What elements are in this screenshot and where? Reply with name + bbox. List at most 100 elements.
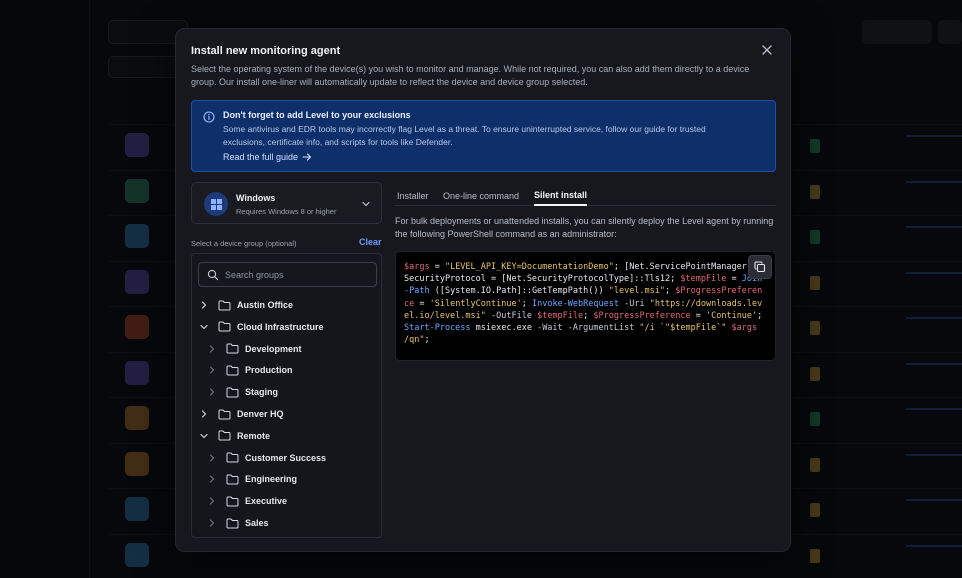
chevron-down-icon[interactable] xyxy=(199,431,209,441)
close-icon[interactable] xyxy=(760,43,774,57)
chevron-right-icon[interactable] xyxy=(207,518,217,528)
tree-item[interactable]: Engineering xyxy=(192,469,381,489)
read-guide-link[interactable]: Read the full guide xyxy=(223,152,312,162)
device-group-label: Select a device group (optional) xyxy=(191,239,297,248)
code-token: "/i `"$tempFile`" xyxy=(639,323,732,334)
code-token: $tempFile xyxy=(537,310,584,321)
folder-icon xyxy=(226,518,239,528)
tree-item[interactable]: Production xyxy=(192,360,381,380)
tree-item-label: Development xyxy=(245,343,302,354)
folder-icon xyxy=(218,300,231,310)
code-token: ; xyxy=(583,310,594,321)
install-agent-modal: Install new monitoring agent Select the … xyxy=(175,28,791,552)
code-token: = xyxy=(429,262,445,272)
alert-title: Don't forget to add Level to your exclus… xyxy=(223,110,411,120)
tree-item-label: Executive xyxy=(245,496,288,507)
tree-item[interactable]: Executive xyxy=(192,491,381,511)
tree-item-label: Production xyxy=(245,365,293,376)
code-token: -Wait -ArgumentList xyxy=(531,323,640,334)
chevron-right-icon[interactable] xyxy=(207,496,217,506)
code-token: ; xyxy=(665,286,676,297)
folder-icon xyxy=(226,387,239,398)
folder-icon xyxy=(218,409,231,419)
chevron-down-icon xyxy=(362,201,370,207)
tree-item[interactable]: Customer Success xyxy=(192,448,381,468)
install-method-tabs: Installer One-line command Silent instal… xyxy=(395,182,776,206)
folder-icon xyxy=(218,430,231,441)
tree-item-label: Austin Office xyxy=(237,300,294,310)
chevron-right-icon[interactable] xyxy=(207,365,217,375)
chevron-right-icon[interactable] xyxy=(207,474,217,484)
code-token: "level.msi" xyxy=(608,286,666,297)
search-icon xyxy=(207,269,219,281)
code-token: ; xyxy=(424,335,430,346)
arrow-right-icon xyxy=(302,153,312,161)
tree-item-label: Staging xyxy=(245,387,278,398)
tree-item[interactable]: Sales xyxy=(192,513,381,533)
code-token: $args xyxy=(731,323,758,334)
folder-icon xyxy=(218,321,231,332)
tab-installer[interactable]: Installer xyxy=(397,185,429,206)
folder-icon xyxy=(226,343,239,354)
modal-title: Install new monitoring agent xyxy=(191,45,341,57)
code-token: ([System.IO.Path]::GetTempPath()) xyxy=(429,286,609,297)
tree-item-label: Cloud Infrastructure xyxy=(237,321,324,332)
read-guide-label: Read the full guide xyxy=(223,152,299,162)
info-icon xyxy=(203,111,215,123)
group-search xyxy=(198,262,377,287)
code-token: = xyxy=(414,298,430,309)
code-token: ; xyxy=(521,298,532,309)
tree-item[interactable]: Development xyxy=(192,339,381,359)
os-name: Windows xyxy=(236,193,276,203)
code-token: "LEVEL_API_KEY=DocumentationDemo" xyxy=(444,262,614,272)
code-token: Start-Process xyxy=(404,323,471,334)
chevron-right-icon[interactable] xyxy=(207,387,217,397)
tab-silent-install[interactable]: Silent install xyxy=(534,185,588,206)
tree-item[interactable]: Denver HQ xyxy=(192,404,381,424)
exclusions-alert: Don't forget to add Level to your exclus… xyxy=(191,100,776,172)
tree-item-label: Remote xyxy=(237,430,271,441)
code-token: 'SilentlyContinue' xyxy=(429,298,522,309)
os-selector[interactable]: Windows Requires Windows 8 or higher xyxy=(191,182,382,224)
code-token: -OutFile xyxy=(485,310,538,321)
tree-item[interactable]: Remote xyxy=(192,426,381,446)
code-token: $tempFile xyxy=(680,274,727,285)
chevron-right-icon[interactable] xyxy=(207,344,217,354)
windows-icon xyxy=(204,192,228,216)
folder-icon xyxy=(226,474,239,485)
os-requirement: Requires Windows 8 or higher xyxy=(236,207,337,216)
code-token: = xyxy=(690,310,706,321)
tree-item-label: Sales xyxy=(245,518,269,528)
code-token: 'Continue' xyxy=(705,310,758,321)
code-token: -Uri xyxy=(618,298,650,309)
powershell-command[interactable]: $args = "LEVEL_API_KEY=DocumentationDemo… xyxy=(404,261,764,346)
folder-icon xyxy=(226,452,239,463)
chevron-right-icon[interactable] xyxy=(207,453,217,463)
tree-item-label: Engineering xyxy=(245,474,298,485)
folder-icon xyxy=(226,365,239,376)
chevron-right-icon[interactable] xyxy=(199,409,209,419)
tree-item-label: Customer Success xyxy=(245,452,327,463)
code-token: ; xyxy=(757,310,768,321)
alert-body: Some antivirus and EDR tools may incorre… xyxy=(223,124,706,147)
tab-one-line-command[interactable]: One-line command xyxy=(443,185,519,206)
copy-icon[interactable] xyxy=(748,255,772,279)
group-search-input[interactable] xyxy=(225,267,370,283)
chevron-right-icon[interactable] xyxy=(199,300,209,310)
modal-description: Select the operating system of the devic… xyxy=(191,64,750,87)
tree-item[interactable]: Austin Office xyxy=(192,295,381,315)
powershell-code-block: $args = "LEVEL_API_KEY=DocumentationDemo… xyxy=(395,251,776,361)
code-token: = xyxy=(726,274,742,285)
code-token: $args xyxy=(404,262,430,272)
clear-group-button[interactable]: Clear xyxy=(359,237,382,247)
tree-item[interactable]: Cloud Infrastructure xyxy=(192,317,381,337)
device-group-tree: Austin Office Cloud Infrastructure Develop… xyxy=(191,253,382,538)
tree-item[interactable]: Staging xyxy=(192,382,381,402)
silent-install-description: For bulk deployments or unattended insta… xyxy=(395,216,774,239)
code-token: $ProgressPreference xyxy=(593,310,691,321)
tree-item-label: Denver HQ xyxy=(237,409,284,419)
chevron-down-icon[interactable] xyxy=(199,322,209,332)
code-token: Invoke-WebRequest xyxy=(531,298,619,309)
folder-icon xyxy=(226,496,239,507)
code-token: msiexec.exe xyxy=(470,323,532,334)
